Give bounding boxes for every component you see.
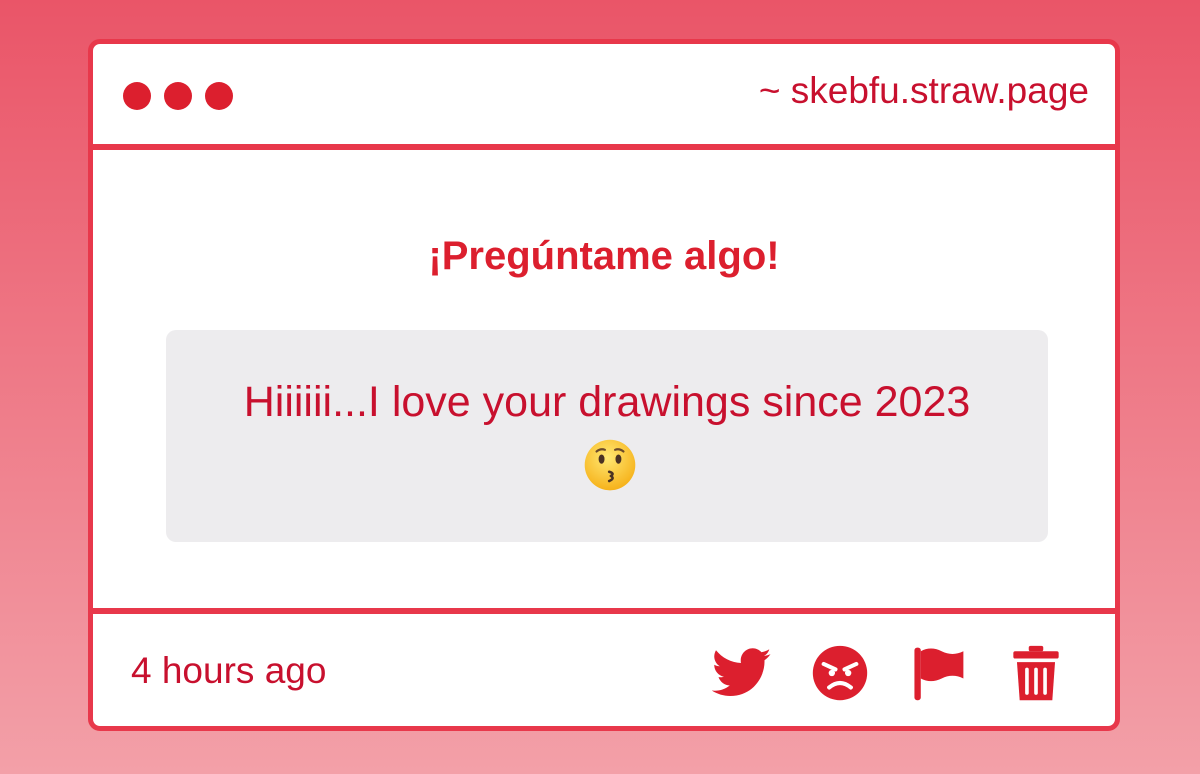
block-button[interactable] xyxy=(809,642,871,704)
share-twitter-button[interactable] xyxy=(711,642,773,704)
angry-face-icon xyxy=(812,645,868,701)
window-dot-close[interactable] xyxy=(123,82,151,110)
flag-icon xyxy=(914,647,964,701)
action-bar xyxy=(711,642,1067,704)
window-controls xyxy=(123,82,233,110)
url-label: ~ skebfu.straw.page xyxy=(758,70,1089,111)
window-dot-maximize[interactable] xyxy=(205,82,233,110)
report-button[interactable] xyxy=(907,642,969,704)
card-footer: 4 hours ago xyxy=(93,608,1115,726)
title-bar: ~ skebfu.straw.page xyxy=(93,44,1115,150)
browser-window: ~ skebfu.straw.page ¡Pregúntame algo! Hi… xyxy=(88,39,1120,731)
message-box: Hiiiiii...I love your drawings since 202… xyxy=(166,330,1048,542)
twitter-bird-icon xyxy=(712,648,771,696)
timestamp: 4 hours ago xyxy=(131,650,327,691)
message-text: Hiiiiii...I love your drawings since 202… xyxy=(226,368,988,504)
kissing-face-emoji-icon xyxy=(584,439,636,491)
page-title: ¡Pregúntame algo! xyxy=(428,234,780,278)
window-dot-minimize[interactable] xyxy=(164,82,192,110)
delete-button[interactable] xyxy=(1005,642,1067,704)
trash-icon xyxy=(1013,645,1059,701)
message-body: Hiiiiii...I love your drawings since 202… xyxy=(243,378,971,426)
